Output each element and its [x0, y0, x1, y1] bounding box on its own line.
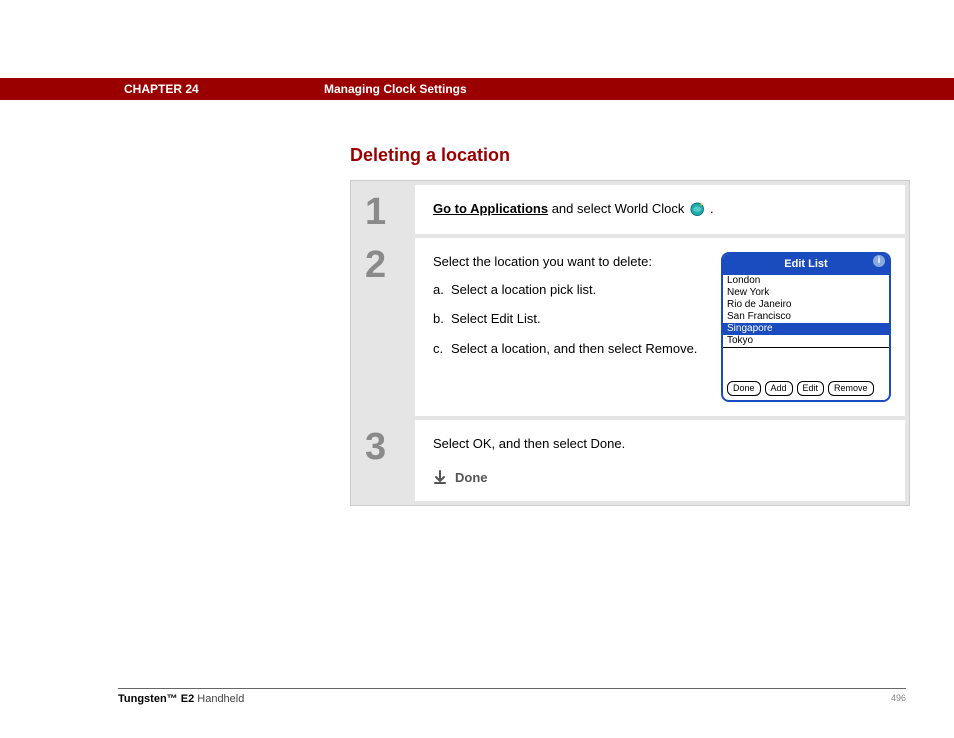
chapter-topic: Managing Clock Settings	[324, 82, 467, 96]
list-item[interactable]: New York	[723, 287, 889, 299]
palm-remove-button[interactable]: Remove	[828, 381, 874, 397]
list-item[interactable]: San Francisco	[723, 311, 889, 323]
step-2-intro: Select the location you want to delete:	[433, 252, 703, 272]
step-1-period: .	[710, 201, 714, 216]
go-to-applications-link[interactable]: Go to Applications	[433, 201, 548, 216]
done-label: Done	[455, 468, 488, 488]
step-2-b: b.Select Edit List.	[433, 309, 703, 329]
step-2-body: Select the location you want to delete: …	[415, 238, 905, 416]
list-item[interactable]: Tokyo	[723, 335, 889, 347]
page-footer: Tungsten™ E2 Handheld 496	[118, 688, 906, 705]
world-clock-icon	[690, 202, 708, 217]
step-2-number: 2	[355, 238, 415, 416]
header-bar: CHAPTER 24 Managing Clock Settings	[0, 78, 954, 100]
palm-title-text: Edit List	[784, 258, 827, 270]
steps-container: 1 Go to Applications and select World Cl…	[350, 180, 910, 506]
step-2-a: a.Select a location pick list.	[433, 280, 703, 300]
section-title: Deleting a location	[350, 145, 910, 166]
step-1-body: Go to Applications and select World Cloc…	[415, 185, 905, 234]
step-1: 1 Go to Applications and select World Cl…	[355, 185, 905, 234]
palm-location-list: London New York Rio de Janeiro San Franc…	[723, 275, 889, 348]
palm-screenshot: Edit List i London New York Rio de Janei…	[721, 252, 891, 402]
step-3-body: Select OK, and then select Done. Done	[415, 420, 905, 501]
palm-edit-button[interactable]: Edit	[797, 381, 825, 397]
step-3-number: 3	[355, 420, 415, 501]
step-1-rest: and select World Clock	[548, 201, 688, 216]
list-item[interactable]: Rio de Janeiro	[723, 299, 889, 311]
product-rest: Handheld	[194, 693, 244, 705]
palm-done-button[interactable]: Done	[727, 381, 761, 397]
palm-title-bar: Edit List i	[723, 254, 889, 275]
product-name: Tungsten™ E2 Handheld	[118, 693, 244, 705]
done-indicator: Done	[433, 468, 891, 488]
step-2-c: c.Select a location, and then select Rem…	[433, 339, 703, 359]
step-1-number: 1	[355, 185, 415, 234]
step-2: 2 Select the location you want to delete…	[355, 238, 905, 416]
step-3-instruction: Select OK, and then select Done.	[433, 434, 891, 454]
info-icon: i	[873, 255, 885, 267]
step-3: 3 Select OK, and then select Done. Done	[355, 420, 905, 501]
step-3-text: Select OK, and then select Done. Done	[433, 434, 891, 487]
page-number: 496	[891, 693, 906, 705]
palm-buttons: Done Add Edit Remove	[727, 381, 885, 397]
chapter-label: CHAPTER 24	[124, 82, 324, 96]
step-1-text: Go to Applications and select World Cloc…	[433, 199, 891, 220]
step-2-text: Select the location you want to delete: …	[433, 252, 703, 402]
palm-add-button[interactable]: Add	[765, 381, 793, 397]
down-arrow-icon	[433, 470, 447, 484]
step-2-sublist: a.Select a location pick list. b.Select …	[433, 280, 703, 359]
list-item[interactable]: London	[723, 275, 889, 287]
list-item-selected[interactable]: Singapore	[723, 323, 889, 335]
product-bold: Tungsten™ E2	[118, 693, 194, 705]
content-area: Deleting a location 1 Go to Applications…	[350, 145, 910, 510]
